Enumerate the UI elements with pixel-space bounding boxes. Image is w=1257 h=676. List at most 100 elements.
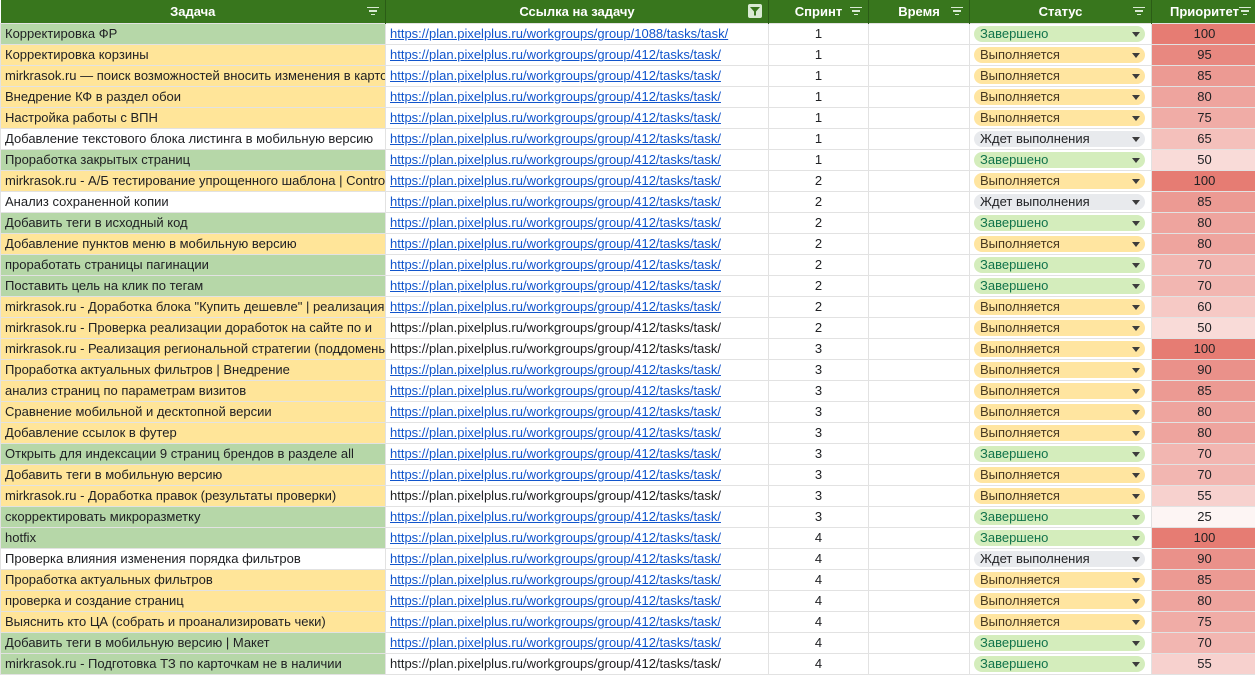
task-cell[interactable]: Открыть для индексации 9 страниц брендов… (0, 443, 386, 465)
link-cell[interactable]: https://plan.pixelplus.ru/workgroups/gro… (385, 569, 769, 591)
sprint-cell[interactable]: 4 (768, 590, 869, 612)
link-cell[interactable]: https://plan.pixelplus.ru/workgroups/gro… (385, 296, 769, 318)
priority-cell[interactable]: 50 (1151, 317, 1257, 339)
task-cell[interactable]: Добавление пунктов меню в мобильную верс… (0, 233, 386, 255)
task-link[interactable]: https://plan.pixelplus.ru/workgroups/gro… (390, 26, 728, 41)
sprint-cell[interactable]: 3 (768, 485, 869, 507)
link-cell[interactable]: https://plan.pixelplus.ru/workgroups/gro… (385, 443, 769, 465)
status-dropdown[interactable]: Выполняется (974, 173, 1145, 189)
status-dropdown[interactable]: Ждет выполнения (974, 194, 1145, 210)
priority-cell[interactable]: 80 (1151, 212, 1257, 234)
link-cell[interactable]: https://plan.pixelplus.ru/workgroups/gro… (385, 590, 769, 612)
task-link[interactable]: https://plan.pixelplus.ru/workgroups/gro… (390, 257, 721, 272)
priority-cell[interactable]: 85 (1151, 569, 1257, 591)
priority-cell[interactable]: 70 (1151, 443, 1257, 465)
priority-cell[interactable]: 65 (1151, 128, 1257, 150)
status-dropdown[interactable]: Выполняется (974, 341, 1145, 357)
task-cell[interactable]: Добавление текстового блока листинга в м… (0, 128, 386, 150)
sprint-cell[interactable]: 3 (768, 443, 869, 465)
task-cell[interactable]: Выяснить кто ЦА (собрать и проанализиров… (0, 611, 386, 633)
task-link[interactable]: https://plan.pixelplus.ru/workgroups/gro… (390, 467, 721, 482)
task-cell[interactable]: Настройка работы с ВПН (0, 107, 386, 129)
priority-cell[interactable]: 80 (1151, 86, 1257, 108)
link-cell[interactable]: https://plan.pixelplus.ru/workgroups/gro… (385, 632, 769, 654)
filter-icon[interactable] (1238, 5, 1251, 17)
filter-icon[interactable] (849, 5, 862, 17)
sprint-cell[interactable]: 1 (768, 44, 869, 66)
time-cell[interactable] (868, 422, 970, 444)
time-cell[interactable] (868, 128, 970, 150)
task-cell[interactable]: проработать страницы пагинации (0, 254, 386, 276)
priority-cell[interactable]: 60 (1151, 296, 1257, 318)
priority-cell[interactable]: 90 (1151, 359, 1257, 381)
link-cell[interactable]: https://plan.pixelplus.ru/workgroups/gro… (385, 317, 769, 339)
link-cell[interactable]: https://plan.pixelplus.ru/workgroups/gro… (385, 422, 769, 444)
task-cell[interactable]: mirkrasok.ru - Подготовка ТЗ по карточка… (0, 653, 386, 675)
link-cell[interactable]: https://plan.pixelplus.ru/workgroups/gro… (385, 380, 769, 402)
link-cell[interactable]: https://plan.pixelplus.ru/workgroups/gro… (385, 359, 769, 381)
task-link[interactable]: https://plan.pixelplus.ru/workgroups/gro… (390, 236, 721, 251)
time-cell[interactable] (868, 380, 970, 402)
task-link[interactable]: https://plan.pixelplus.ru/workgroups/gro… (390, 299, 721, 314)
sprint-cell[interactable]: 1 (768, 65, 869, 87)
sprint-cell[interactable]: 4 (768, 569, 869, 591)
link-cell[interactable]: https://plan.pixelplus.ru/workgroups/gro… (385, 254, 769, 276)
status-dropdown[interactable]: Выполняется (974, 362, 1145, 378)
task-cell[interactable]: Анализ сохраненной копии (0, 191, 386, 213)
status-dropdown[interactable]: Выполняется (974, 383, 1145, 399)
task-link[interactable]: https://plan.pixelplus.ru/workgroups/gro… (390, 215, 721, 230)
header-link[interactable]: Ссылка на задачу (385, 0, 769, 24)
status-dropdown[interactable]: Ждет выполнения (974, 131, 1145, 147)
time-cell[interactable] (868, 149, 970, 171)
sprint-cell[interactable]: 2 (768, 191, 869, 213)
status-dropdown[interactable]: Выполняется (974, 467, 1145, 483)
status-dropdown[interactable]: Выполняется (974, 614, 1145, 630)
task-link[interactable]: https://plan.pixelplus.ru/workgroups/gro… (390, 47, 721, 62)
sprint-cell[interactable]: 1 (768, 107, 869, 129)
priority-cell[interactable]: 80 (1151, 422, 1257, 444)
sprint-cell[interactable]: 4 (768, 653, 869, 675)
priority-cell[interactable]: 80 (1151, 233, 1257, 255)
sprint-cell[interactable]: 4 (768, 548, 869, 570)
task-cell[interactable]: анализ страниц по параметрам визитов (0, 380, 386, 402)
time-cell[interactable] (868, 632, 970, 654)
time-cell[interactable] (868, 548, 970, 570)
sprint-cell[interactable]: 2 (768, 212, 869, 234)
time-cell[interactable] (868, 254, 970, 276)
link-cell[interactable]: https://plan.pixelplus.ru/workgroups/gro… (385, 338, 769, 360)
priority-cell[interactable]: 100 (1151, 170, 1257, 192)
time-cell[interactable] (868, 506, 970, 528)
task-link[interactable]: https://plan.pixelplus.ru/workgroups/gro… (390, 593, 721, 608)
status-dropdown[interactable]: Выполняется (974, 47, 1145, 63)
task-link[interactable]: https://plan.pixelplus.ru/workgroups/gro… (390, 551, 721, 566)
task-link[interactable]: https://plan.pixelplus.ru/workgroups/gro… (390, 362, 721, 377)
task-cell[interactable]: Добавить теги в мобильную версию (0, 464, 386, 486)
task-cell[interactable]: Корректировка ФР (0, 23, 386, 45)
sprint-cell[interactable]: 2 (768, 275, 869, 297)
status-dropdown[interactable]: Выполняется (974, 236, 1145, 252)
priority-cell[interactable]: 95 (1151, 44, 1257, 66)
time-cell[interactable] (868, 338, 970, 360)
link-cell[interactable]: https://plan.pixelplus.ru/workgroups/gro… (385, 653, 769, 675)
time-cell[interactable] (868, 569, 970, 591)
status-dropdown[interactable]: Выполняется (974, 89, 1145, 105)
time-cell[interactable] (868, 485, 970, 507)
priority-cell[interactable]: 70 (1151, 464, 1257, 486)
header-sprint[interactable]: Спринт (768, 0, 869, 24)
task-cell[interactable]: hotfix (0, 527, 386, 549)
task-link[interactable]: https://plan.pixelplus.ru/workgroups/gro… (390, 194, 721, 209)
task-link[interactable]: https://plan.pixelplus.ru/workgroups/gro… (390, 152, 721, 167)
sprint-cell[interactable]: 3 (768, 359, 869, 381)
task-cell[interactable]: проверка и создание страниц (0, 590, 386, 612)
task-cell[interactable]: Добавление ссылок в футер (0, 422, 386, 444)
time-cell[interactable] (868, 296, 970, 318)
link-cell[interactable]: https://plan.pixelplus.ru/workgroups/gro… (385, 275, 769, 297)
link-cell[interactable]: https://plan.pixelplus.ru/workgroups/gro… (385, 149, 769, 171)
link-cell[interactable]: https://plan.pixelplus.ru/workgroups/gro… (385, 212, 769, 234)
time-cell[interactable] (868, 65, 970, 87)
time-cell[interactable] (868, 317, 970, 339)
task-cell[interactable]: Проработка закрытых страниц (0, 149, 386, 171)
time-cell[interactable] (868, 653, 970, 675)
time-cell[interactable] (868, 233, 970, 255)
task-cell[interactable]: Добавить теги в мобильную версию | Макет (0, 632, 386, 654)
